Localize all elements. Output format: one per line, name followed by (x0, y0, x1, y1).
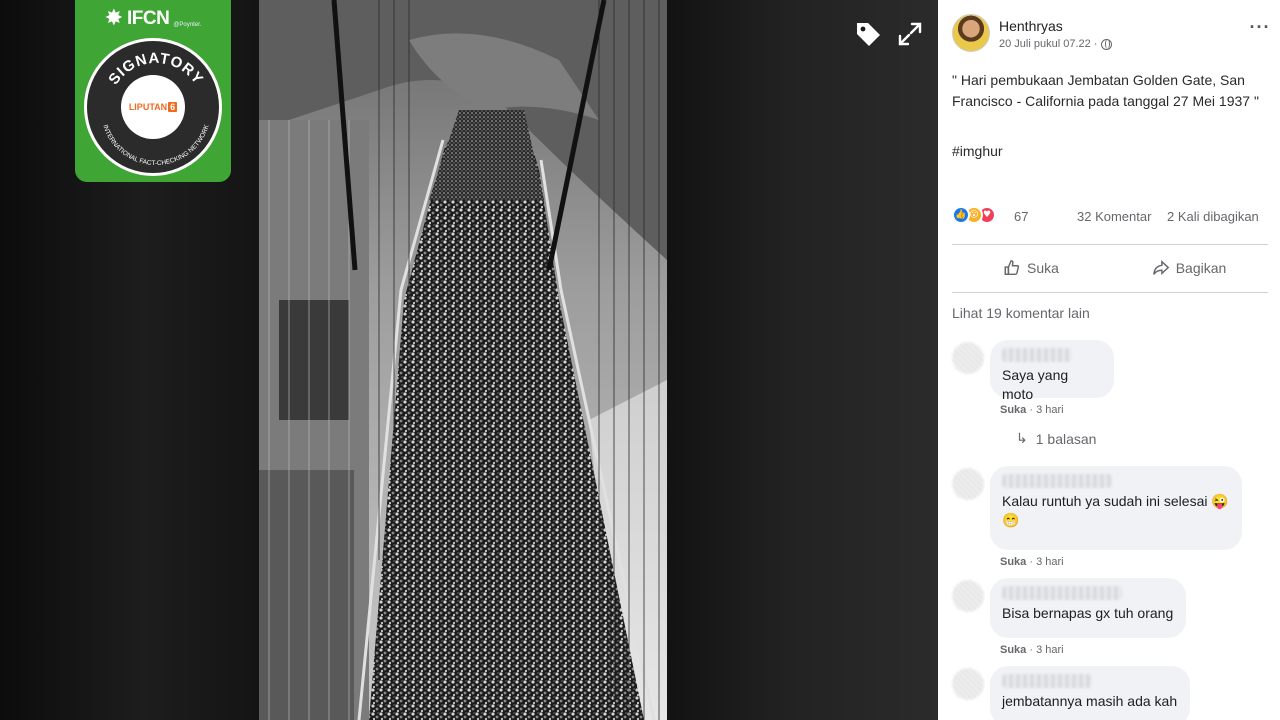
reaction-icons[interactable]: 👍 😮 ♥ (952, 206, 996, 226)
share-icon (1152, 260, 1169, 276)
commenter-name-redacted (1002, 674, 1092, 688)
expand-icon[interactable] (890, 14, 930, 54)
liputan6-logo: LIPUTAN 6 (128, 102, 178, 112)
divider (952, 292, 1268, 293)
comment-time[interactable]: 3 hari (1036, 556, 1064, 568)
comment-text: Bisa bernapas gx tuh orang (1002, 605, 1174, 621)
bridge-crowd-photo[interactable] (259, 0, 667, 720)
globe-icon (1101, 38, 1113, 50)
post-header: Henthryas 20 Juli pukul 07.22 · ··· (952, 14, 1272, 66)
commenter-avatar[interactable] (952, 668, 984, 700)
view-more-comments-link[interactable]: Lihat 19 komentar lain (952, 305, 1090, 321)
comment-like-link[interactable]: Suka (1000, 404, 1026, 416)
commenter-name-redacted (1002, 586, 1122, 600)
thumbs-up-icon (1004, 260, 1020, 276)
liputan-text: LIPUTAN (128, 102, 168, 112)
comment-bubble: Saya yang moto (990, 340, 1114, 402)
photo-viewer: ✸ IFCN @Poynter. SIGNATORY INTERNATIONAL… (0, 0, 938, 720)
star-icon: ✸ (104, 6, 123, 31)
comment-text: jembatannya masih ada kah (1002, 693, 1178, 709)
comment-bubble: jembatannya masih ada kah (990, 666, 1190, 720)
signatory-seal: SIGNATORY INTERNATIONAL FACT-CHECKING NE… (84, 38, 222, 176)
like-label: Suka (1027, 260, 1059, 276)
divider (952, 244, 1268, 245)
comment-time[interactable]: 3 hari (1036, 404, 1064, 416)
tag-icon[interactable] (848, 14, 888, 54)
comment-text: Saya yang moto (1002, 367, 1069, 402)
ifcn-label: IFCN (127, 8, 170, 29)
commenter-avatar[interactable] (952, 468, 984, 500)
commenter-avatar[interactable] (952, 342, 984, 374)
like-reaction-icon: 👍 (952, 206, 970, 224)
comment-time[interactable]: 3 hari (1036, 644, 1064, 656)
ifcn-header: ✸ IFCN @Poynter. (75, 4, 231, 34)
comment-like-link[interactable]: Suka (1000, 644, 1026, 656)
like-button[interactable]: Suka (952, 248, 1110, 288)
comment-count[interactable]: 32 Komentar (1077, 209, 1151, 224)
commenter-name-redacted (1002, 348, 1072, 362)
comment-meta: Suka · 3 hari (1000, 556, 1064, 568)
reaction-count[interactable]: 67 (1014, 209, 1028, 224)
view-replies-link[interactable]: ↳ 1 balasan (1016, 430, 1096, 447)
author-avatar[interactable] (952, 14, 990, 52)
comment-text: Kalau runtuh ya sudah ini selesai 😜 😁 (1002, 493, 1229, 528)
post-caption: " Hari pembukaan Jembatan Golden Gate, S… (952, 72, 1259, 109)
bridge-photo-graphic (259, 0, 667, 720)
post-panel: Henthryas 20 Juli pukul 07.22 · ··· " Ha… (938, 0, 1280, 720)
liputan-number: 6 (168, 102, 178, 112)
post-meta: 20 Juli pukul 07.22 · (999, 38, 1113, 50)
more-options-icon[interactable]: ··· (1248, 18, 1272, 40)
ifcn-signatory-badge: ✸ IFCN @Poynter. SIGNATORY INTERNATIONAL… (75, 0, 231, 182)
commenter-avatar[interactable] (952, 580, 984, 612)
reactions-summary: 👍 😮 ♥ 67 32 Komentar 2 Kali dibagikan (952, 204, 1272, 228)
replies-count: 1 balasan (1035, 430, 1097, 447)
hashtag-link[interactable]: #imghur (952, 143, 1003, 159)
action-bar: Suka Bagikan (952, 248, 1268, 288)
poynter-label: @Poynter. (173, 22, 202, 28)
comment-bubble: Bisa bernapas gx tuh orang (990, 578, 1186, 638)
share-button[interactable]: Bagikan (1110, 248, 1268, 288)
comment-like-link[interactable]: Suka (1000, 556, 1026, 568)
author-name[interactable]: Henthryas (999, 18, 1063, 34)
comment-meta: Suka · 3 hari (1000, 644, 1064, 656)
commenter-name-redacted (1002, 474, 1112, 488)
share-count[interactable]: 2 Kali dibagikan (1167, 209, 1259, 224)
share-label: Bagikan (1175, 260, 1227, 276)
post-date[interactable]: 20 Juli pukul 07.22 · (999, 38, 1097, 50)
comment-meta: Suka · 3 hari (1000, 404, 1064, 416)
reply-arrow-icon: ↳ (1016, 430, 1028, 446)
liputan6-disc: LIPUTAN 6 (121, 75, 185, 139)
comment-bubble: Kalau runtuh ya sudah ini selesai 😜 😁 (990, 466, 1242, 550)
